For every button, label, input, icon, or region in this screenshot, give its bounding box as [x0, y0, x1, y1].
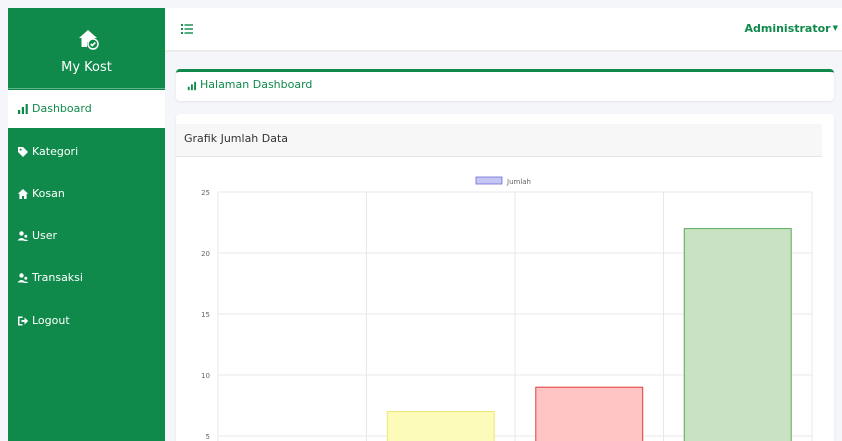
- sidebar-item-label: Transaksi: [32, 271, 83, 284]
- home-check-icon: [79, 30, 99, 50]
- y-tick-label: 25: [201, 189, 210, 197]
- sidebar-divider: [8, 88, 165, 89]
- y-tick-label: 15: [201, 311, 210, 319]
- sidebar-item-kosan[interactable]: Kosan: [8, 175, 165, 213]
- list-icon[interactable]: [181, 23, 193, 35]
- topbar: Administrator ▼: [165, 8, 842, 52]
- caret-down-icon: ▼: [832, 24, 838, 32]
- bar-chart-icon: [187, 81, 196, 91]
- user-menu[interactable]: Administrator ▼: [744, 22, 838, 35]
- user-name: Administrator: [744, 22, 831, 35]
- users-icon: [17, 231, 29, 241]
- legend-swatch: [475, 176, 503, 185]
- sidebar-item-label: Kategori: [32, 145, 79, 158]
- bar-chart: 5 10 15 20 25 Jumlah: [201, 176, 813, 441]
- sidebar-item-user[interactable]: User: [8, 217, 165, 255]
- sidebar: My Kost Dashboard Kategori Kosan User Tr…: [8, 8, 165, 441]
- brand-name: My Kost: [61, 60, 112, 75]
- bar: [683, 228, 792, 441]
- sidebar-item-label: Dashboard: [32, 102, 92, 115]
- bar: [535, 386, 644, 441]
- legend-label: Jumlah: [506, 178, 531, 186]
- tag-icon: [18, 147, 28, 157]
- users-icon: [17, 273, 29, 283]
- sign-out-icon: [18, 316, 29, 326]
- brand[interactable]: My Kost: [8, 8, 165, 88]
- home-icon: [17, 189, 29, 199]
- chart-card-header: Grafik Jumlah Data: [176, 124, 822, 157]
- page-title-card: Halaman Dashboard: [176, 69, 834, 101]
- bar-chart-icon: [18, 104, 28, 114]
- page: My Kost Dashboard Kategori Kosan User Tr…: [0, 0, 842, 441]
- sidebar-item-dashboard[interactable]: Dashboard: [8, 90, 165, 128]
- sidebar-item-label: Kosan: [32, 187, 65, 200]
- sidebar-item-kategori[interactable]: Kategori: [8, 133, 165, 171]
- bar: [386, 411, 495, 441]
- chart-card-title: Grafik Jumlah Data: [184, 132, 289, 145]
- page-title: Halaman Dashboard: [200, 78, 313, 91]
- y-tick-label: 10: [201, 372, 210, 380]
- sidebar-item-label: Logout: [32, 314, 70, 327]
- sidebar-item-label: User: [32, 229, 58, 242]
- y-tick-label: 20: [201, 250, 210, 258]
- sidebar-item-transaksi[interactable]: Transaksi: [8, 259, 165, 297]
- sidebar-item-logout[interactable]: Logout: [8, 302, 165, 340]
- y-tick-label: 5: [206, 433, 210, 441]
